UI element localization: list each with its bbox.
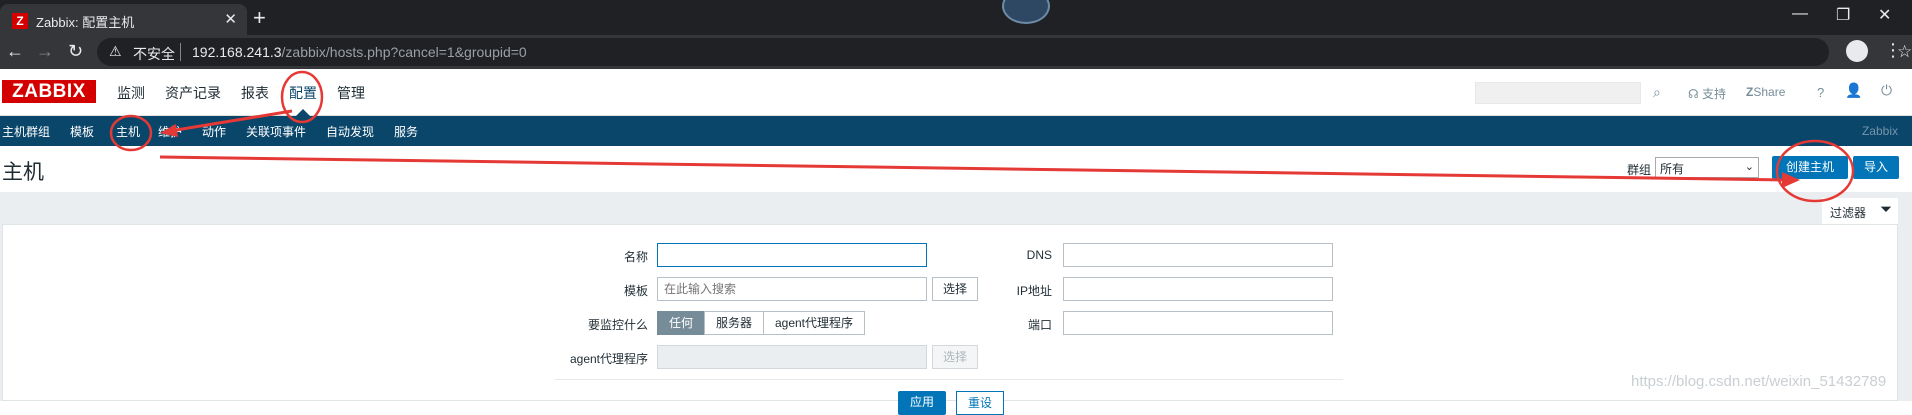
profile-bubble-icon	[1002, 0, 1050, 24]
monitored-by-proxy[interactable]: agent代理程序	[763, 311, 865, 335]
template-label: 模板	[623, 284, 648, 298]
apply-button[interactable]: 应用	[898, 391, 946, 415]
browser-menu-icon[interactable]: ⋮	[1884, 40, 1902, 61]
submenu-correlation[interactable]: 关联项事件	[246, 123, 306, 140]
insecure-label[interactable]: 不安全	[133, 44, 175, 64]
tab-close-icon[interactable]: ✕	[224, 10, 237, 28]
funnel-icon: ⏷	[1880, 201, 1893, 218]
reload-icon[interactable]: ↻	[68, 41, 83, 62]
port-label: 端口	[1027, 318, 1052, 332]
chevron-down-icon: ⌄	[1744, 161, 1754, 173]
submenu-brand: Zabbix	[1861, 124, 1898, 138]
user-profile-icon[interactable]: 👤	[1845, 82, 1862, 99]
monitored-by-any[interactable]: 任何	[657, 311, 705, 335]
create-host-button[interactable]: 创建主机	[1772, 156, 1848, 179]
zabbix-header: ZABBIX 监测 资产记录 报表 配置 管理 ⌕ ☊ 支持 ZShare ? …	[0, 69, 1912, 116]
filter-panel	[2, 224, 1898, 401]
sign-out-icon[interactable]: ⏻	[1881, 82, 1892, 99]
submenu-discovery[interactable]: 自动发现	[326, 123, 374, 140]
group-select-value: 所有	[1660, 162, 1685, 176]
port-input[interactable]	[1063, 311, 1333, 335]
menu-administration[interactable]: 管理	[337, 83, 365, 103]
submenu-host-groups[interactable]: 主机群组	[2, 123, 50, 140]
watermark: https://blog.csdn.net/weixin_51432789	[1631, 373, 1887, 390]
share-link[interactable]: ZShare	[1746, 85, 1785, 99]
browser-tab-bar: Z Zabbix: 配置主机 ✕ + — ❐ ✕	[0, 0, 1912, 35]
import-button[interactable]: 导入	[1853, 156, 1899, 179]
zabbix-favicon-icon: Z	[12, 13, 28, 29]
group-label: 群组	[1627, 163, 1652, 177]
menu-reports[interactable]: 报表	[241, 83, 269, 103]
support-label: 支持	[1702, 87, 1727, 101]
warning-icon[interactable]: ⚠	[109, 43, 122, 60]
global-search-input[interactable]	[1475, 82, 1641, 104]
url-path: /zabbix/hosts.php?cancel=1&groupid=0	[281, 44, 527, 60]
tab-title: Zabbix: 配置主机	[36, 15, 135, 30]
ip-input[interactable]	[1063, 277, 1333, 301]
menu-monitoring[interactable]: 监测	[117, 83, 145, 103]
submenu-bar: 主机群组 模板 主机 维护 动作 关联项事件 自动发现 服务 Zabbix	[0, 116, 1912, 146]
name-label: 名称	[623, 250, 648, 264]
help-link[interactable]: ?	[1817, 85, 1824, 100]
template-select-button[interactable]: 选择	[932, 277, 978, 301]
restore-icon[interactable]: ❐	[1836, 5, 1850, 25]
url-text[interactable]: 192.168.241.3/zabbix/hosts.php?cancel=1&…	[192, 44, 527, 60]
page-title: 主机	[2, 161, 44, 184]
address-bar[interactable]: ⚠ 不安全 192.168.241.3/zabbix/hosts.php?can…	[97, 38, 1912, 66]
menu-inventory[interactable]: 资产记录	[165, 83, 221, 103]
menu-configuration[interactable]: 配置	[289, 83, 317, 103]
submenu-services[interactable]: 服务	[394, 123, 418, 140]
profile-avatar-icon[interactable]	[1846, 40, 1868, 62]
template-input[interactable]	[657, 277, 927, 301]
divider	[180, 43, 181, 61]
headset-icon: ☊	[1688, 87, 1699, 101]
submenu-maintenance[interactable]: 维护	[158, 123, 182, 140]
back-icon[interactable]: ←	[6, 41, 24, 62]
filter-tab-label: 过滤器	[1830, 206, 1867, 220]
window-close-icon[interactable]: ✕	[1878, 5, 1891, 25]
dns-label: DNS	[1026, 248, 1052, 262]
monitored-by-server[interactable]: 服务器	[704, 311, 764, 335]
proxy-label: agent代理程序	[569, 352, 648, 366]
browser-toolbar: ← → ↻ ⚠ 不安全 192.168.241.3/zabbix/hosts.p…	[0, 35, 1912, 69]
new-tab-icon[interactable]: +	[253, 5, 266, 31]
zabbix-logo[interactable]: ZABBIX	[2, 80, 96, 103]
support-link[interactable]: ☊ 支持	[1688, 85, 1726, 102]
filter-divider	[555, 379, 1343, 380]
reset-button[interactable]: 重设	[956, 391, 1004, 415]
submenu-templates[interactable]: 模板	[70, 123, 94, 140]
dns-input[interactable]	[1063, 243, 1333, 267]
name-input[interactable]	[657, 243, 927, 267]
minimize-icon[interactable]: —	[1792, 5, 1808, 23]
filter-tab[interactable]: 过滤器 ⏷	[1822, 198, 1898, 224]
monitored-by-label: 要监控什么	[587, 318, 648, 332]
share-label: Share	[1753, 85, 1786, 99]
submenu-hosts[interactable]: 主机	[116, 123, 140, 140]
submenu-actions[interactable]: 动作	[202, 123, 226, 140]
group-select[interactable]: 所有 ⌄	[1655, 157, 1759, 178]
search-icon[interactable]: ⌕	[1653, 84, 1661, 101]
ip-label: IP地址	[1016, 284, 1052, 298]
proxy-select-button: 选择	[932, 345, 978, 369]
browser-tab[interactable]: Z Zabbix: 配置主机 ✕	[0, 4, 247, 35]
forward-icon[interactable]: →	[36, 41, 54, 62]
active-menu-caret	[296, 109, 310, 116]
page-header: 主机 群组 所有 ⌄ 创建主机 导入	[0, 146, 1912, 192]
url-host: 192.168.241.3	[192, 44, 282, 60]
proxy-input	[657, 345, 927, 369]
